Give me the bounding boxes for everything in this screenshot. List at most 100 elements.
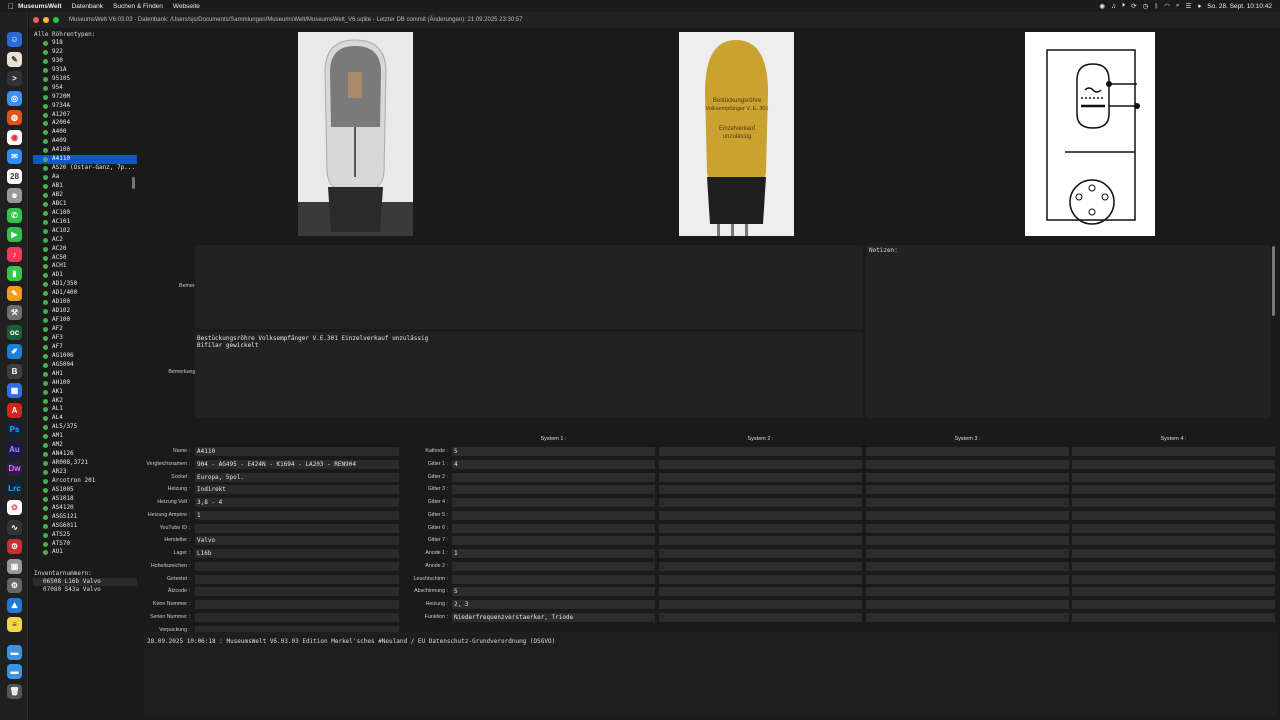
mail-icon[interactable]: ✉ [7,149,22,164]
tube-list-item[interactable]: AG1006 [33,352,137,361]
messages-icon[interactable]: ✆ [7,208,22,223]
tube-list-item[interactable]: AK2 [33,397,137,406]
clock-icon[interactable]: ◷ [1143,2,1149,10]
numbers-icon[interactable]: ▮ [7,266,22,281]
pin-input-system-3[interactable] [866,459,1069,469]
field-input[interactable]: Europa, 5pol. [195,472,399,482]
notizen-scrollbar[interactable] [1272,246,1275,316]
pin-input-system-4[interactable] [1072,459,1275,469]
dreamweaver-icon[interactable]: Dw [7,461,22,476]
pin-input-system-1[interactable] [452,574,655,584]
tube-list-item[interactable]: AS20 (Ostar-Ganz, 7p... [33,164,137,173]
tube-list-item[interactable]: AD1/350 [33,280,137,289]
pin-input-system-3[interactable] [866,574,1069,584]
tube-list[interactable]: 918 922 930 931A 95105 954 9720M 9734A A1207 A200… [33,39,137,561]
tube-list-item[interactable]: AD1 [33,271,137,280]
pin-input-system-3[interactable] [866,498,1069,507]
field-input[interactable]: Valvo [195,536,399,546]
tube-list-item[interactable]: AB1 [33,182,137,191]
tube-list-item[interactable]: AL5/375 [33,423,137,432]
field-input[interactable]: L16b [195,549,399,558]
tube-list-item[interactable]: ABC1 [33,200,137,209]
headphones-icon[interactable]: ♫ [1111,3,1116,10]
tube-list-item[interactable]: AF3 [33,334,137,343]
tube-photo-glass[interactable] [298,32,413,236]
pin-input-system-3[interactable] [866,561,1069,571]
lightroom-icon[interactable]: Lrc [7,481,22,496]
pin-input-system-4[interactable] [1072,600,1275,609]
pin-input-system-1[interactable]: 5 [452,447,655,456]
pin-input-system-1[interactable]: 4 [452,459,655,469]
pin-input-system-1[interactable]: 1 [452,549,655,558]
pin-input-system-2[interactable] [659,561,862,571]
tube-list-item[interactable]: AD102 [33,307,137,316]
menu-clock[interactable]: So. 28. Sept. 10:10:42 [1207,3,1272,10]
tube-list-item[interactable]: AC2 [33,236,137,245]
notes-app-icon[interactable]: ≡ [7,617,22,632]
pin-input-system-2[interactable] [659,612,862,622]
pin-input-system-2[interactable] [659,536,862,546]
field-input[interactable]: 904 - AG495 - E424N - K1694 - LA203 - RE… [195,459,399,469]
tube-list-item[interactable]: AC101 [33,218,137,227]
apple-menu-icon[interactable]:  [8,2,18,11]
pin-input-system-4[interactable] [1072,485,1275,495]
minimize-window-button[interactable] [43,17,49,23]
control-center-icon[interactable]: ☰ [1186,2,1192,10]
pin-input-system-2[interactable] [659,447,862,456]
pin-input-system-3[interactable] [866,536,1069,546]
tube-list-item[interactable]: 922 [33,48,137,57]
pin-input-system-3[interactable] [866,523,1069,533]
audition-icon[interactable]: Au [7,442,22,457]
wifi-icon[interactable]: ◠ [1164,2,1170,10]
photos-icon[interactable]: ✿ [7,500,22,515]
pin-input-system-4[interactable] [1072,549,1275,558]
system-settings-icon[interactable]: ⚙ [7,578,22,593]
firefox-icon[interactable]: ◍ [7,110,22,125]
pin-input-system-4[interactable] [1072,523,1275,533]
pin-input-system-1[interactable]: 2, 3 [452,600,655,609]
tube-list-item[interactable]: ACH1 [33,262,137,271]
tube-list-item[interactable]: 95105 [33,75,137,84]
field-input[interactable]: A4110 [195,447,399,456]
app-store-icon[interactable]: ⛰ [7,598,22,613]
creative-cloud-icon[interactable]: ◉ [1099,2,1105,10]
pin-input-system-4[interactable] [1072,561,1275,571]
pin-input-system-2[interactable] [659,587,862,597]
pin-input-system-2[interactable] [659,549,862,558]
script-editor-icon[interactable]: ✎ [7,52,22,67]
pin-input-system-4[interactable] [1072,612,1275,622]
tube-list-item[interactable]: 931A [33,66,137,75]
bbedit-icon[interactable]: B [7,364,22,379]
calculator-icon[interactable]: ▦ [7,383,22,398]
contacts-icon[interactable]: ☻ [7,188,22,203]
pin-input-system-4[interactable] [1072,498,1275,507]
preview-icon[interactable]: ▣ [7,559,22,574]
bemerkung-inventar-field[interactable]: Bestückungsröhre Volksempfänger V.E.301 … [195,332,863,418]
pin-input-system-1[interactable] [452,510,655,520]
player-icon[interactable]: ⏵ [1122,2,1125,10]
pin-input-system-4[interactable] [1072,536,1275,546]
sync-icon[interactable]: ⟳ [1131,2,1136,10]
sourcetree-icon[interactable]: oc [7,325,22,340]
field-input[interactable]: Indirekt [195,485,399,495]
pin-input-system-1[interactable] [452,485,655,495]
pin-input-system-1[interactable]: 5 [452,587,655,597]
pin-input-system-4[interactable] [1072,574,1275,584]
tube-list-item[interactable]: 954 [33,84,137,93]
pin-input-system-4[interactable] [1072,472,1275,482]
zoom-window-button[interactable] [53,17,59,23]
chrome-icon[interactable]: ◉ [7,130,22,145]
field-input[interactable] [195,561,399,571]
tube-list-item[interactable]: AK1 [33,388,137,397]
field-input[interactable]: 1 [195,510,399,520]
pin-input-system-3[interactable] [866,612,1069,622]
finder-icon[interactable]: ☺ [7,32,22,47]
menu-webseite[interactable]: Webseite [173,3,200,10]
photoshop-icon[interactable]: Ps [7,422,22,437]
search-icon[interactable]: ⌕ [1176,2,1180,10]
field-input[interactable] [195,612,399,622]
tube-list-item[interactable]: AF100 [33,316,137,325]
tube-list-item[interactable]: A4100 [33,146,137,155]
pin-input-system-3[interactable] [866,485,1069,495]
pin-input-system-2[interactable] [659,459,862,469]
